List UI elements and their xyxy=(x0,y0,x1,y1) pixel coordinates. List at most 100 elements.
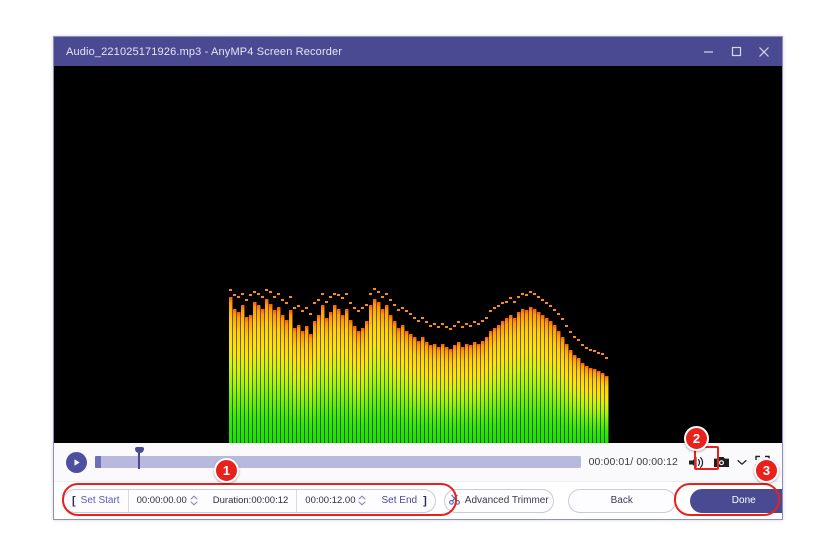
screenshot-root: Audio_221025171926.mp3 - AnyMP4 Screen R… xyxy=(0,0,821,553)
spectrum-peak-marker xyxy=(361,307,364,309)
preview-stage[interactable] xyxy=(54,66,782,443)
trim-controls-group: [ Set Start 00:00:00.00 Duration:00:00:1… xyxy=(63,488,436,513)
spectrum-peak-marker xyxy=(577,339,580,341)
spectrum-peak-marker xyxy=(445,326,448,329)
spectrum-peak-marker xyxy=(409,313,412,316)
spectrum-peak-marker xyxy=(593,350,596,353)
spectrum-peak-marker xyxy=(433,323,436,325)
spectrum-peak-marker xyxy=(397,308,400,311)
spectrum-peak-marker xyxy=(293,307,296,309)
spectrum-peak-marker xyxy=(461,326,464,329)
set-end-label: Set End xyxy=(381,495,418,506)
spectrum-peak-marker xyxy=(501,302,504,305)
spectrum-peak-marker xyxy=(385,292,388,295)
spectrum-peak-marker xyxy=(421,316,424,319)
end-time-stepper[interactable] xyxy=(358,495,373,506)
spectrum-peak-marker xyxy=(597,351,600,354)
spectrum-peak-marker xyxy=(309,313,312,316)
spectrum-peak-marker xyxy=(573,335,576,338)
fullscreen-button[interactable] xyxy=(752,452,772,472)
spectrum-peak-marker xyxy=(405,310,408,313)
spectrum-peak-marker xyxy=(505,300,508,303)
spectrum-peak-marker xyxy=(349,302,352,305)
stepper-up-icon xyxy=(358,495,367,500)
start-time-stepper[interactable] xyxy=(190,495,205,506)
spectrum-peak-marker xyxy=(481,319,484,322)
spectrum-peak-marker xyxy=(381,295,384,298)
scissors-icon xyxy=(448,494,460,508)
spectrum-peak-marker xyxy=(465,323,468,325)
spectrum-peak-marker xyxy=(313,302,316,305)
fullscreen-icon xyxy=(754,455,770,469)
set-start-button[interactable]: [ Set Start xyxy=(64,489,129,512)
spectrum-peak-marker xyxy=(437,326,440,329)
spectrum-peak-marker xyxy=(269,291,272,293)
spectrum-peak-marker xyxy=(257,292,260,295)
set-start-label: Set Start xyxy=(80,495,120,506)
spectrum-peak-marker xyxy=(301,310,304,313)
window-title: Audio_221025171926.mp3 - AnyMP4 Screen R… xyxy=(66,45,343,58)
minimize-icon xyxy=(703,46,714,57)
spectrum-peak-marker xyxy=(345,292,348,295)
end-time-field[interactable]: 00:00:12.00 xyxy=(297,490,358,512)
spectrum-peak-marker xyxy=(429,324,432,327)
volume-button[interactable] xyxy=(686,452,706,472)
seek-bar[interactable] xyxy=(95,443,581,481)
spectrum-peak-marker xyxy=(249,294,252,297)
player-icon-group xyxy=(686,452,772,472)
advanced-trimmer-button[interactable]: Advanced Trimmer xyxy=(443,488,554,513)
seek-progress-fill xyxy=(95,456,101,468)
spectrum-peak-marker xyxy=(321,292,324,295)
duration-display: Duration:00:00:12 xyxy=(205,489,298,512)
set-end-button[interactable]: Set End ] xyxy=(373,490,434,512)
spectrum-peak-marker xyxy=(277,292,280,295)
spectrum-peak-marker xyxy=(585,347,588,349)
spectrum-peak-marker xyxy=(285,302,288,305)
back-button[interactable]: Back xyxy=(567,488,676,513)
minimize-button[interactable] xyxy=(694,37,722,66)
playhead-stem xyxy=(138,453,140,469)
spectrum-peak-marker xyxy=(509,297,512,300)
spectrum-peak-marker xyxy=(373,287,376,290)
spectrum-peak-marker xyxy=(289,295,292,298)
play-icon xyxy=(72,458,81,467)
close-button[interactable] xyxy=(750,37,778,66)
audio-spectrum-visualizer xyxy=(229,283,609,443)
spectrum-peak-marker xyxy=(529,291,532,293)
seek-track[interactable] xyxy=(95,447,581,469)
bottom-toolbar: [ Set Start 00:00:00.00 Duration:00:00:1… xyxy=(54,481,782,519)
spectrum-peak-marker xyxy=(233,294,236,297)
spectrum-peak-marker xyxy=(369,292,372,295)
spectrum-peak-marker xyxy=(377,291,380,293)
snapshot-button[interactable] xyxy=(711,452,731,472)
chevron-down-icon xyxy=(736,459,747,466)
spectrum-peak-marker xyxy=(569,331,572,333)
spectrum-peak-marker xyxy=(265,289,268,292)
play-button[interactable] xyxy=(66,451,87,473)
title-bar: Audio_221025171926.mp3 - AnyMP4 Screen R… xyxy=(54,37,782,66)
spectrum-peak-marker xyxy=(521,292,524,295)
playhead-marker[interactable] xyxy=(134,447,144,469)
spectrum-peak-marker xyxy=(545,302,548,305)
spectrum-peak-marker xyxy=(449,327,452,330)
maximize-button[interactable] xyxy=(722,37,750,66)
start-time-field[interactable]: 00:00:00.00 xyxy=(129,490,190,512)
snapshot-menu-button[interactable] xyxy=(736,452,747,472)
spectrum-peak-marker xyxy=(537,295,540,298)
spectrum-peak-marker xyxy=(469,324,472,327)
spectrum-peak-marker xyxy=(273,295,276,298)
spectrum-peak-marker xyxy=(253,291,256,293)
spectrum-peak-marker xyxy=(237,295,240,298)
back-label: Back xyxy=(610,495,633,506)
spectrum-peak-marker xyxy=(561,318,564,321)
spectrum-peak-marker xyxy=(317,299,320,301)
spectrum-peak-marker xyxy=(241,292,244,295)
spectrum-peak-marker xyxy=(581,343,584,346)
speaker-icon xyxy=(688,455,705,470)
spectrum-peak-marker xyxy=(305,307,308,309)
spectrum-peak-marker xyxy=(553,308,556,311)
window-controls xyxy=(694,37,778,66)
done-button[interactable]: Done xyxy=(689,488,782,513)
spectrum-peak-marker xyxy=(413,316,416,319)
start-time-value: 00:00:00.00 xyxy=(136,495,187,506)
